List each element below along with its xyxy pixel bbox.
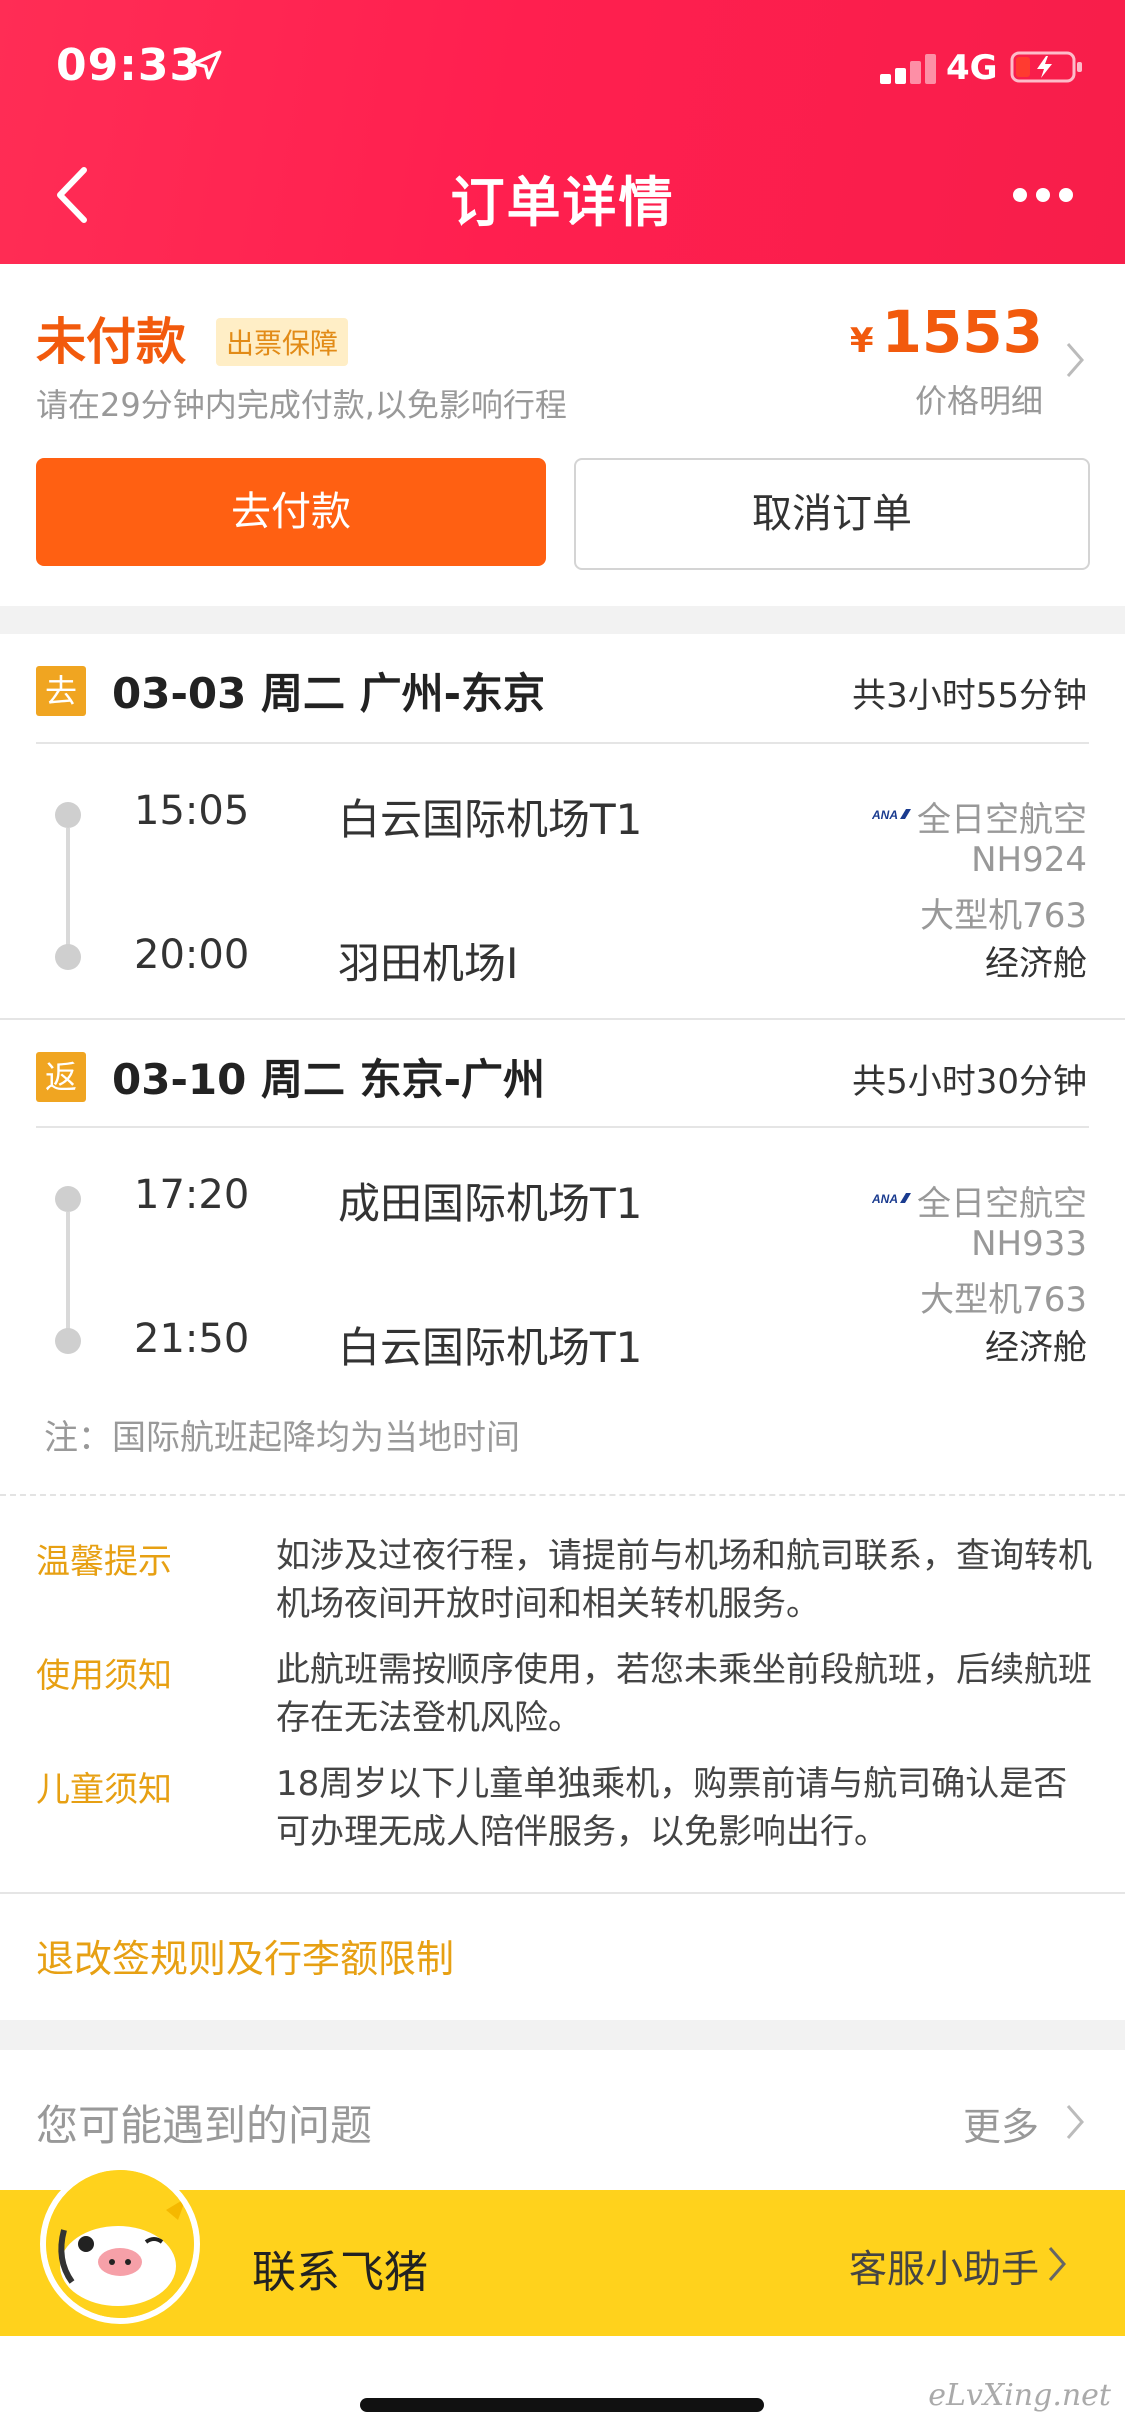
route-line [66,828,70,946]
pay-button[interactable]: 去付款 [36,458,546,566]
departure-time: 15:05 [134,788,250,834]
arrival-airport: 羽田机场I [338,939,519,988]
page-title: 订单详情 [450,171,675,234]
tip-label-child: 儿童须知 [36,1770,172,1810]
status-time: 09:33 [56,40,202,91]
segment-duration: 共3小时55分钟 [852,676,1087,716]
chevron-right-icon[interactable] [1046,2244,1068,2284]
departure-airport: 成田国际机场T1 [338,1179,643,1228]
tip-label-usage: 使用须知 [36,1656,172,1696]
arrival-airport: 白云国际机场T1 [338,1323,643,1372]
svg-text:ANA: ANA [872,808,898,822]
battery-charging-icon [1010,51,1082,83]
airline-name: 全日空航空 [917,1184,1087,1224]
faq-title: 您可能遇到的问题 [36,2101,373,2150]
departure-dot [55,1186,81,1212]
local-time-note: 注：国际航班起降均为当地时间 [44,1418,520,1458]
tip-text-warm: 如涉及过夜行程，请提前与机场和航司联系，查询转机机场夜间开放时间和相关转机服务。 [276,1536,1092,1624]
arrival-time: 21:50 [134,1316,250,1362]
aircraft-type: 大型机763 [920,896,1087,936]
departure-airport: 白云国际机场T1 [338,795,643,844]
cabin-class: 经济舱 [985,944,1087,984]
ana-logo-icon: ANA [872,808,911,822]
tip-text-usage: 此航班需按顺序使用，若您未乘坐前段航班，后续航班存在无法登机风险。 [276,1650,1092,1738]
order-status: 未付款 [36,313,186,371]
tip-text-child: 18周岁以下儿童单独乘机，购票前请与航司确认是否可办理无成人陪伴服务，以免影响出… [276,1764,1068,1852]
refund-baggage-rules-link[interactable]: 退改签规则及行李额限制 [36,1928,454,1983]
divider [36,1126,1089,1128]
route-line [66,1212,70,1330]
network-label: 4G [946,48,998,88]
cabin-class: 经济舱 [985,1328,1087,1368]
watermark: eLvXing.net [928,2378,1111,2413]
signal-icon [880,52,940,84]
faq-more-link[interactable]: 更多 [963,2096,1039,2151]
outbound-tag: 去 [36,666,86,716]
customer-service-pig-avatar-icon[interactable] [40,2164,200,2324]
svg-text:ANA: ANA [872,1192,898,1206]
return-tag: 返 [36,1052,86,1102]
ana-logo-icon: ANA [872,1192,911,1206]
segment-duration: 共5小时30分钟 [852,1062,1087,1102]
flight-number: NH933 [971,1224,1087,1264]
tip-label-warm: 温馨提示 [36,1542,172,1582]
status-bar: 09:33 4G [0,0,1125,130]
more-options-icon[interactable] [1013,188,1073,208]
chevron-right-icon[interactable] [1064,340,1086,380]
home-indicator[interactable] [360,2398,764,2412]
price-value: 1553 [881,298,1043,366]
divider [36,742,1089,744]
contact-fliggy-label: 联系飞猪 [252,2247,428,2298]
aircraft-type: 大型机763 [920,1280,1087,1320]
currency-symbol: ¥ [849,321,874,361]
total-price[interactable]: ¥1553 [850,298,1043,366]
dashed-divider [0,1494,1125,1496]
arrival-dot [55,944,81,970]
payment-deadline-tip: 请在29分钟内完成付款,以免影响行程 [36,386,567,424]
segment-title: 03-03 周二 广州-东京 [112,669,546,718]
header: 09:33 4G 订单详情 [0,0,1125,264]
airline-name: 全日空航空 [917,800,1087,840]
chevron-right-icon[interactable] [1064,2102,1086,2142]
departure-dot [55,802,81,828]
ticket-guarantee-badge: 出票保障 [216,318,349,366]
segment-divider [0,1018,1125,1020]
flight-number: NH924 [971,840,1087,880]
cancel-order-button[interactable]: 取消订单 [574,458,1090,570]
arrival-dot [55,1328,81,1354]
segment-title: 03-10 周二 东京-广州 [112,1055,546,1104]
price-detail-link[interactable]: 价格明细 [915,376,1043,422]
arrival-time: 20:00 [134,932,250,978]
customer-service-assistant-label: 客服小助手 [848,2247,1039,2291]
departure-time: 17:20 [134,1172,250,1218]
location-arrow-icon [192,50,222,80]
